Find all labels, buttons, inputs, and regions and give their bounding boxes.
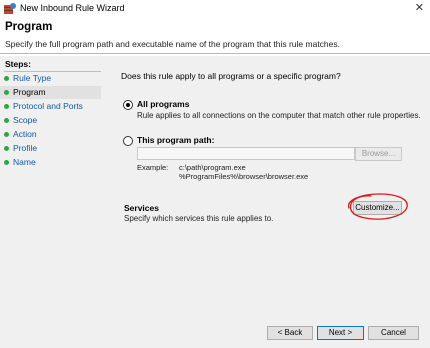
all-programs-label[interactable]: All programs (137, 99, 189, 109)
next-button[interactable]: Next > (317, 326, 364, 340)
steps-sidebar: Steps: Rule Type Program Protocol and Po… (0, 56, 107, 348)
program-path-input[interactable] (137, 147, 355, 160)
close-icon[interactable]: ✕ (415, 1, 424, 14)
step-status-icon (4, 160, 9, 165)
step-label: Rule Type (13, 73, 52, 83)
step-status-icon (4, 132, 9, 137)
step-label: Profile (13, 143, 38, 153)
example-label: Example: (137, 163, 169, 172)
wizard-header: Program Specify the full program path an… (0, 17, 430, 53)
step-name[interactable]: Name (0, 156, 101, 169)
this-program-label[interactable]: This program path: (137, 135, 214, 145)
step-status-icon (4, 90, 9, 95)
page-title: Program (5, 21, 53, 33)
step-label: Program (13, 87, 46, 97)
title-bar: New Inbound Rule Wizard ✕ (0, 0, 430, 17)
step-status-icon (4, 104, 9, 109)
firewall-app-icon (4, 3, 16, 14)
cancel-button[interactable]: Cancel (368, 326, 419, 340)
example-path-line: c:\path\program.exe (179, 163, 246, 172)
customize-button[interactable]: Customize... (353, 201, 402, 215)
page-description: Specify the full program path and execut… (5, 39, 340, 49)
scope-question: Does this rule apply to all programs or … (121, 71, 341, 81)
header-divider (0, 53, 430, 54)
wizard-main-panel: Does this rule apply to all programs or … (107, 56, 430, 348)
step-status-icon (4, 118, 9, 123)
example-path-line: %ProgramFiles%\browser\browser.exe (179, 172, 309, 181)
browse-button[interactable]: Browse... (355, 147, 402, 161)
step-label: Name (13, 157, 36, 167)
window-title: New Inbound Rule Wizard (20, 3, 125, 13)
all-programs-description: Rule applies to all connections on the c… (137, 111, 421, 120)
step-rule-type[interactable]: Rule Type (0, 72, 101, 85)
step-profile[interactable]: Profile (0, 142, 101, 155)
step-label: Action (13, 129, 37, 139)
step-status-icon (4, 76, 9, 81)
services-title: Services (124, 203, 159, 213)
all-programs-radio[interactable] (123, 100, 133, 110)
step-action[interactable]: Action (0, 128, 101, 141)
services-description: Specify which services this rule applies… (124, 214, 274, 223)
back-button[interactable]: < Back (267, 326, 313, 340)
step-scope[interactable]: Scope (0, 114, 101, 127)
steps-label: Steps: (5, 59, 31, 69)
this-program-radio[interactable] (123, 136, 133, 146)
step-label: Protocol and Ports (13, 101, 83, 111)
step-status-icon (4, 146, 9, 151)
step-label: Scope (13, 115, 38, 125)
step-protocol-and-ports[interactable]: Protocol and Ports (0, 100, 101, 113)
step-program[interactable]: Program (0, 86, 101, 99)
